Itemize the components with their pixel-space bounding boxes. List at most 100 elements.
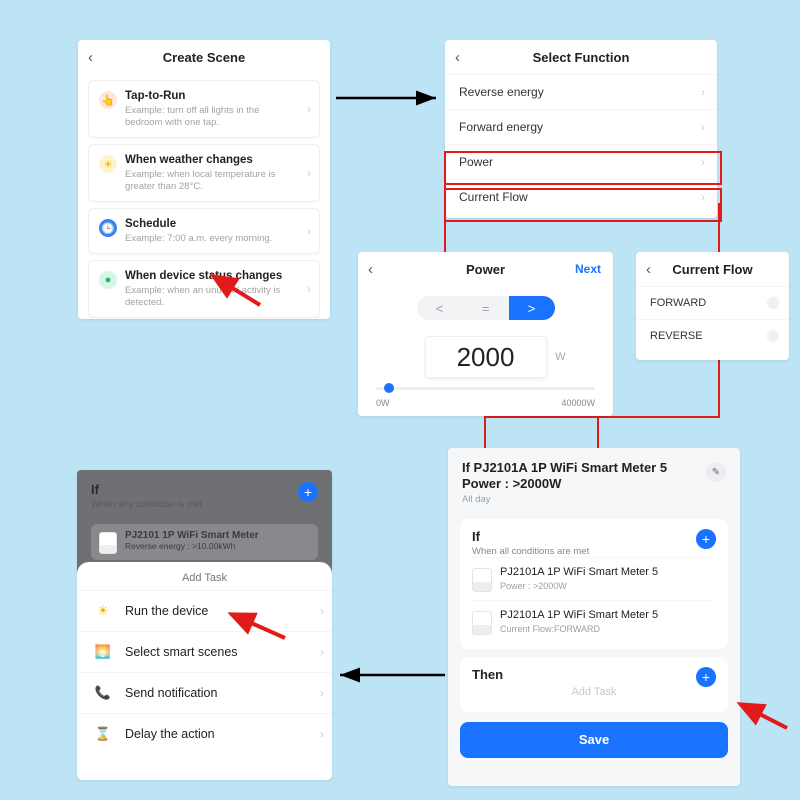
tap-icon: 👆 [99, 91, 117, 109]
row-label: Send notification [125, 686, 217, 700]
flow-row-forward[interactable]: FORWARD [636, 286, 789, 319]
scene-title: If PJ2101A 1P WiFi Smart Meter 5 Power :… [462, 460, 726, 492]
connector-line [597, 416, 599, 449]
power-unit: W [555, 351, 565, 363]
sheet-title: Add Task [77, 568, 332, 590]
add-task-label: Add Task [472, 682, 716, 702]
phone-icon: 📞 [93, 683, 113, 703]
item-title: When weather changes [125, 153, 295, 167]
item-title: Schedule [125, 217, 295, 231]
chevron-right-icon: › [320, 604, 324, 618]
row-label: Run the device [125, 604, 208, 618]
chevron-right-icon: › [307, 166, 311, 180]
arrow-icon [336, 88, 446, 108]
chevron-right-icon: › [307, 282, 311, 296]
create-item-weather[interactable]: ☀ When weather changes Example: when loc… [88, 144, 320, 202]
then-label: Then [472, 667, 716, 682]
scene-allday: All day [462, 494, 726, 505]
highlight-box [444, 188, 722, 222]
chevron-right-icon: › [320, 645, 324, 659]
create-item-device-status[interactable]: ● When device status changes Example: wh… [88, 260, 320, 318]
sun-icon: ☀ [99, 155, 117, 173]
power-panel: ‹ Power Next < = > 2000 W 0W 40000W [358, 252, 613, 416]
item-sub: Example: 7:00 a.m. every morning. [125, 233, 295, 245]
flow-header: ‹ Current Flow [636, 252, 789, 286]
if-sub: When all conditions are met [472, 546, 716, 557]
item-title: Tap-to-Run [125, 89, 295, 103]
cond-name: PJ2101A 1P WiFi Smart Meter 5 [500, 609, 658, 622]
back-icon[interactable]: ‹ [88, 49, 93, 66]
flow-title: Current Flow [636, 262, 789, 277]
item-sub: Example: turn off all lights in the bedr… [125, 105, 295, 129]
highlight-box [444, 151, 722, 185]
red-arrow-icon [225, 608, 295, 648]
power-value-input[interactable]: 2000 W [425, 336, 547, 378]
cond-detail: Current Flow:FORWARD [500, 624, 658, 634]
scene-icon: 🌅 [93, 642, 113, 662]
add-condition-button[interactable]: + [696, 529, 716, 549]
create-scene-title: Create Scene [78, 50, 330, 65]
create-item-tap-to-run[interactable]: 👆 Tap-to-Run Example: turn off all light… [88, 80, 320, 138]
create-scene-panel: ‹ Create Scene 👆 Tap-to-Run Example: tur… [78, 40, 330, 319]
save-button[interactable]: Save [460, 722, 728, 758]
func-row-reverse-energy[interactable]: Reverse energy › [445, 74, 717, 109]
cond-name: PJ2101A 1P WiFi Smart Meter 5 [500, 566, 658, 579]
task-row-notification[interactable]: 📞 Send notification › [77, 672, 332, 713]
edit-icon[interactable]: ✎ [706, 462, 726, 482]
row-label: Select smart scenes [125, 645, 238, 659]
dim-if-label: If [91, 482, 318, 497]
create-scene-header: ‹ Create Scene [78, 40, 330, 74]
radio-icon [767, 330, 779, 342]
then-card: Then + Add Task [460, 657, 728, 712]
op-equal[interactable]: = [463, 296, 509, 320]
range-min: 0W [376, 398, 390, 408]
power-value: 2000 [457, 342, 515, 373]
cond-name: PJ2101 1P WiFi Smart Meter [125, 530, 259, 541]
comparator-group[interactable]: < = > [358, 296, 613, 320]
range-max: 40000W [561, 398, 595, 408]
if-label: If [472, 529, 716, 544]
dimmed-background: If When any condition is met + PJ2101 1P… [77, 470, 332, 560]
dim-when: When any condition is met [91, 499, 318, 510]
connector-line [597, 416, 719, 418]
row-label: Forward energy [459, 120, 543, 134]
op-less[interactable]: < [417, 296, 463, 320]
cond-detail: Power : >2000W [500, 581, 658, 591]
back-icon[interactable]: ‹ [646, 261, 651, 278]
op-greater[interactable]: > [509, 296, 555, 320]
func-row-forward-energy[interactable]: Forward energy › [445, 109, 717, 144]
task-row-delay[interactable]: ⌛ Delay the action › [77, 713, 332, 754]
power-range: 0W 40000W [358, 398, 613, 408]
device-icon [472, 568, 492, 592]
status-icon: ● [99, 271, 117, 289]
sun-icon: ☀ [93, 601, 113, 621]
condition-row[interactable]: PJ2101A 1P WiFi Smart Meter 5 Power : >2… [472, 557, 716, 600]
connector-line [718, 360, 720, 418]
select-function-header: ‹ Select Function [445, 40, 717, 74]
row-label: REVERSE [650, 330, 703, 342]
dim-condition: PJ2101 1P WiFi Smart Meter Reverse energ… [91, 524, 318, 560]
row-label: Delay the action [125, 727, 215, 741]
create-item-schedule[interactable]: 🕒 Schedule Example: 7:00 a.m. every morn… [88, 208, 320, 254]
item-sub: Example: when local temperature is great… [125, 169, 295, 193]
next-button[interactable]: Next [575, 262, 601, 276]
back-icon[interactable]: ‹ [455, 49, 460, 66]
condition-row[interactable]: PJ2101A 1P WiFi Smart Meter 5 Current Fl… [472, 600, 716, 643]
chevron-right-icon: › [307, 102, 311, 116]
current-flow-panel: ‹ Current Flow FORWARD REVERSE [636, 252, 789, 360]
select-function-title: Select Function [445, 50, 717, 65]
chevron-right-icon: › [307, 224, 311, 238]
connector-line [484, 416, 599, 418]
red-arrow-icon [205, 270, 265, 310]
chevron-right-icon: › [320, 686, 324, 700]
power-slider[interactable] [376, 387, 595, 390]
add-task-button[interactable]: + [696, 667, 716, 687]
flow-row-reverse[interactable]: REVERSE [636, 319, 789, 352]
back-icon[interactable]: ‹ [368, 261, 373, 278]
row-label: Reverse energy [459, 85, 544, 99]
arrow-icon [335, 665, 450, 685]
radio-icon [767, 297, 779, 309]
connector-line [718, 203, 720, 253]
chevron-right-icon: › [320, 727, 324, 741]
if-card: If When all conditions are met + PJ2101A… [460, 519, 728, 649]
